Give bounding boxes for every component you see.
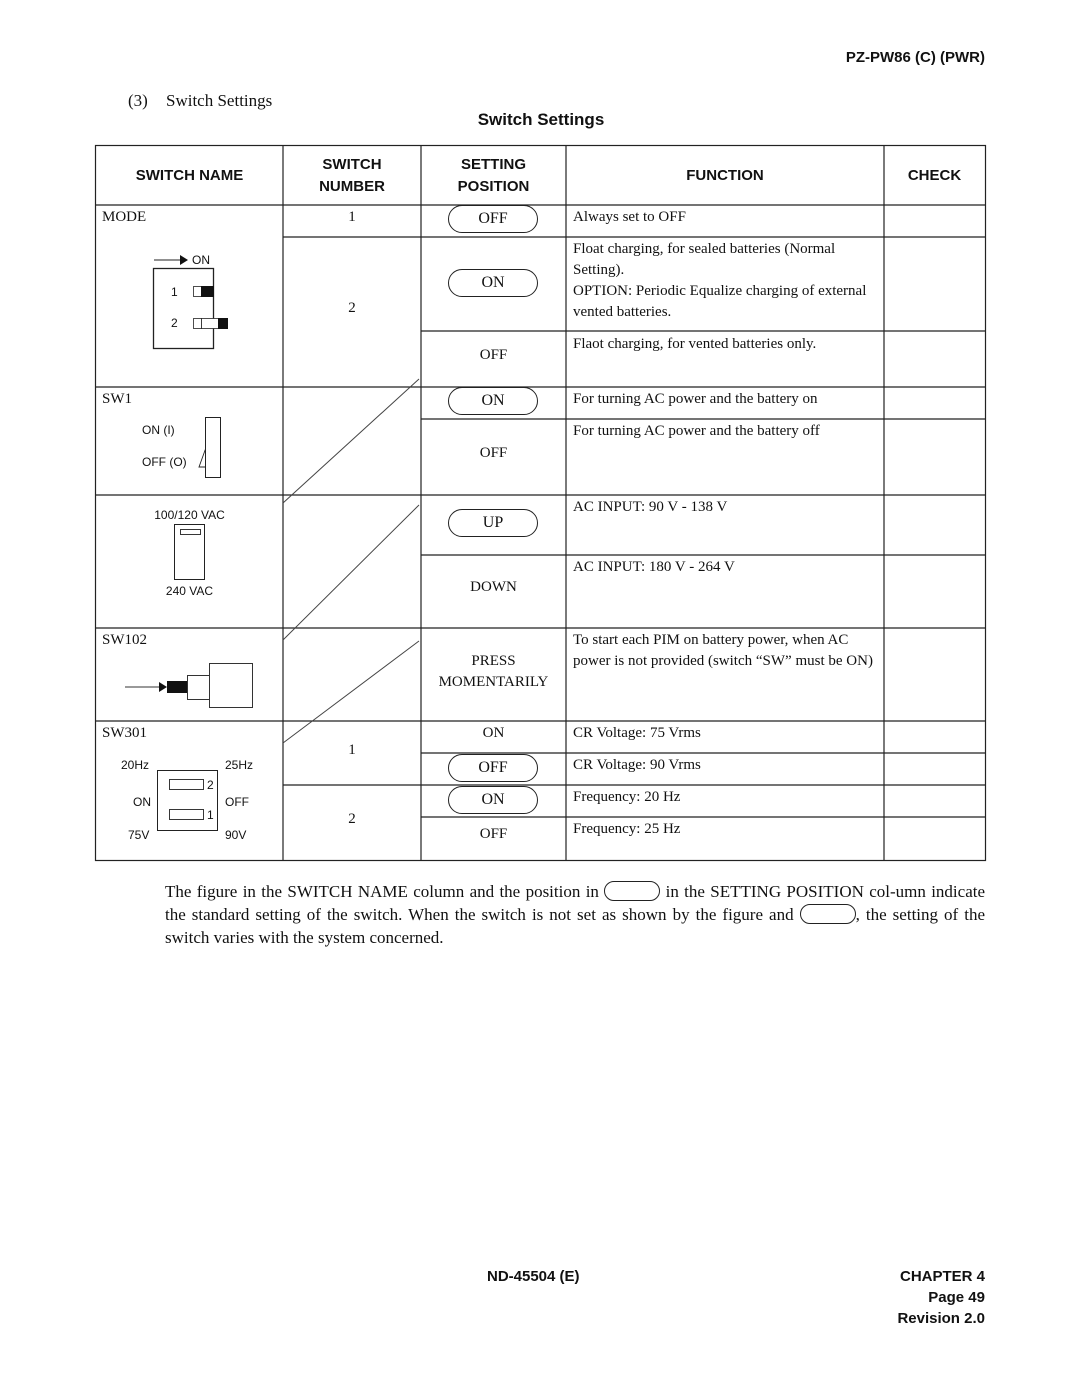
function-text: Frequency: 20 Hz [573,789,681,805]
standard-setting-pill: OFF [448,754,538,782]
na-diagonal [282,378,420,504]
setting-position: ON [482,725,505,741]
standard-setting-pill: OFF [448,205,538,233]
setting-position: OFF [479,347,508,363]
setting-position: DOWN [470,579,517,595]
function-text: Always set to OFF [573,209,686,225]
switch-number: 2 [348,811,356,827]
footer-page: Page 49 [928,1289,985,1306]
col-header-function: FUNCTION [686,166,764,184]
footer-revision: Revision 2.0 [897,1310,985,1327]
svg-text:ON: ON [192,253,210,267]
arrow-right-icon [180,255,188,265]
sw301-label-20hz: 20Hz [121,758,150,772]
function-text: AC INPUT: 90 V - 138 V [573,499,728,515]
standard-setting-pill: UP [448,509,538,537]
standard-setting-pill: ON [448,387,538,415]
sw301-label-25hz: 25Hz [225,758,254,772]
function-text: Flaot charging, for vented batteries onl… [573,336,817,352]
footer-chapter: CHAPTER 4 [899,1268,985,1285]
svg-text:2: 2 [207,778,214,792]
sw301-label-on: ON [133,795,151,809]
switch-number: 1 [348,209,356,225]
switch-number: 1 [348,742,356,758]
footer-chapter-block: CHAPTER 4 Page 49 Revision 2.0 [897,1266,985,1329]
footer-doc-number: ND-45504 (E) [487,1268,580,1285]
sw301-dip-switch-icon: 2 1 [157,770,218,831]
svg-text:1: 1 [207,808,214,822]
na-diagonal [282,640,420,744]
function-text: For turning AC power and the battery off [573,423,820,439]
vac-bottom-label: 240 VAC [165,584,214,598]
standard-setting-pill: ON [448,786,538,814]
standard-pill-symbol [604,881,661,901]
switch-name-sw1: SW1 [102,391,132,407]
switch-name-sw301: SW301 [102,725,147,741]
function-text: Float charging, for sealed batteries (No… [573,241,867,320]
switch-number: 2 [348,300,356,316]
check-column [885,206,984,859]
switch-name-mode: MODE [102,209,147,225]
function-text: AC INPUT: 180 V - 264 V [573,559,735,575]
sw1-off-label: OFF (O) [142,455,187,469]
vac-top-label: 100/120 VAC [154,508,225,522]
function-text: For turning AC power and the battery on [573,391,818,407]
function-text: To start each PIM on battery power, when… [573,632,873,669]
svg-text:1: 1 [171,285,178,299]
pushbutton-switch-icon [125,663,253,708]
col-header-setting-position: SETTING POSITION [457,155,530,195]
col-header-switch-name: SWITCH NAME [135,166,244,184]
col-header-switch-number: SWITCH NUMBER [319,155,385,195]
sw301-label-90v: 90V [225,828,247,842]
function-text: CR Voltage: 75 Vrms [573,725,701,741]
rocker-switch-icon [198,417,221,478]
col-header-check: CHECK [907,166,962,184]
standard-pill-symbol [799,904,856,924]
legend-note-paragraph: The figure in the SWITCH NAME column and… [165,881,986,947]
setting-position: PRESS MOMENTARILY [438,653,549,690]
dip-lever-2 [218,318,228,329]
function-text: Frequency: 25 Hz [573,821,681,837]
dip-lever-1 [201,286,214,297]
sw301-label-off: OFF [225,795,249,809]
mode-dip-switch-figure: ON 1 2 [152,253,228,350]
sw1-on-label: ON (I) [142,423,175,437]
arrow-right-icon [159,682,167,692]
standard-setting-pill: ON [448,269,538,297]
svg-text:2: 2 [171,316,178,330]
na-diagonal [282,504,420,641]
function-text: CR Voltage: 90 Vrms [573,757,701,773]
voltage-slide-switch-icon [174,524,205,580]
switch-name-sw102: SW102 [102,632,147,648]
setting-position: OFF [479,826,508,842]
sw301-label-75v: 75V [128,828,150,842]
setting-position: OFF [479,445,508,461]
